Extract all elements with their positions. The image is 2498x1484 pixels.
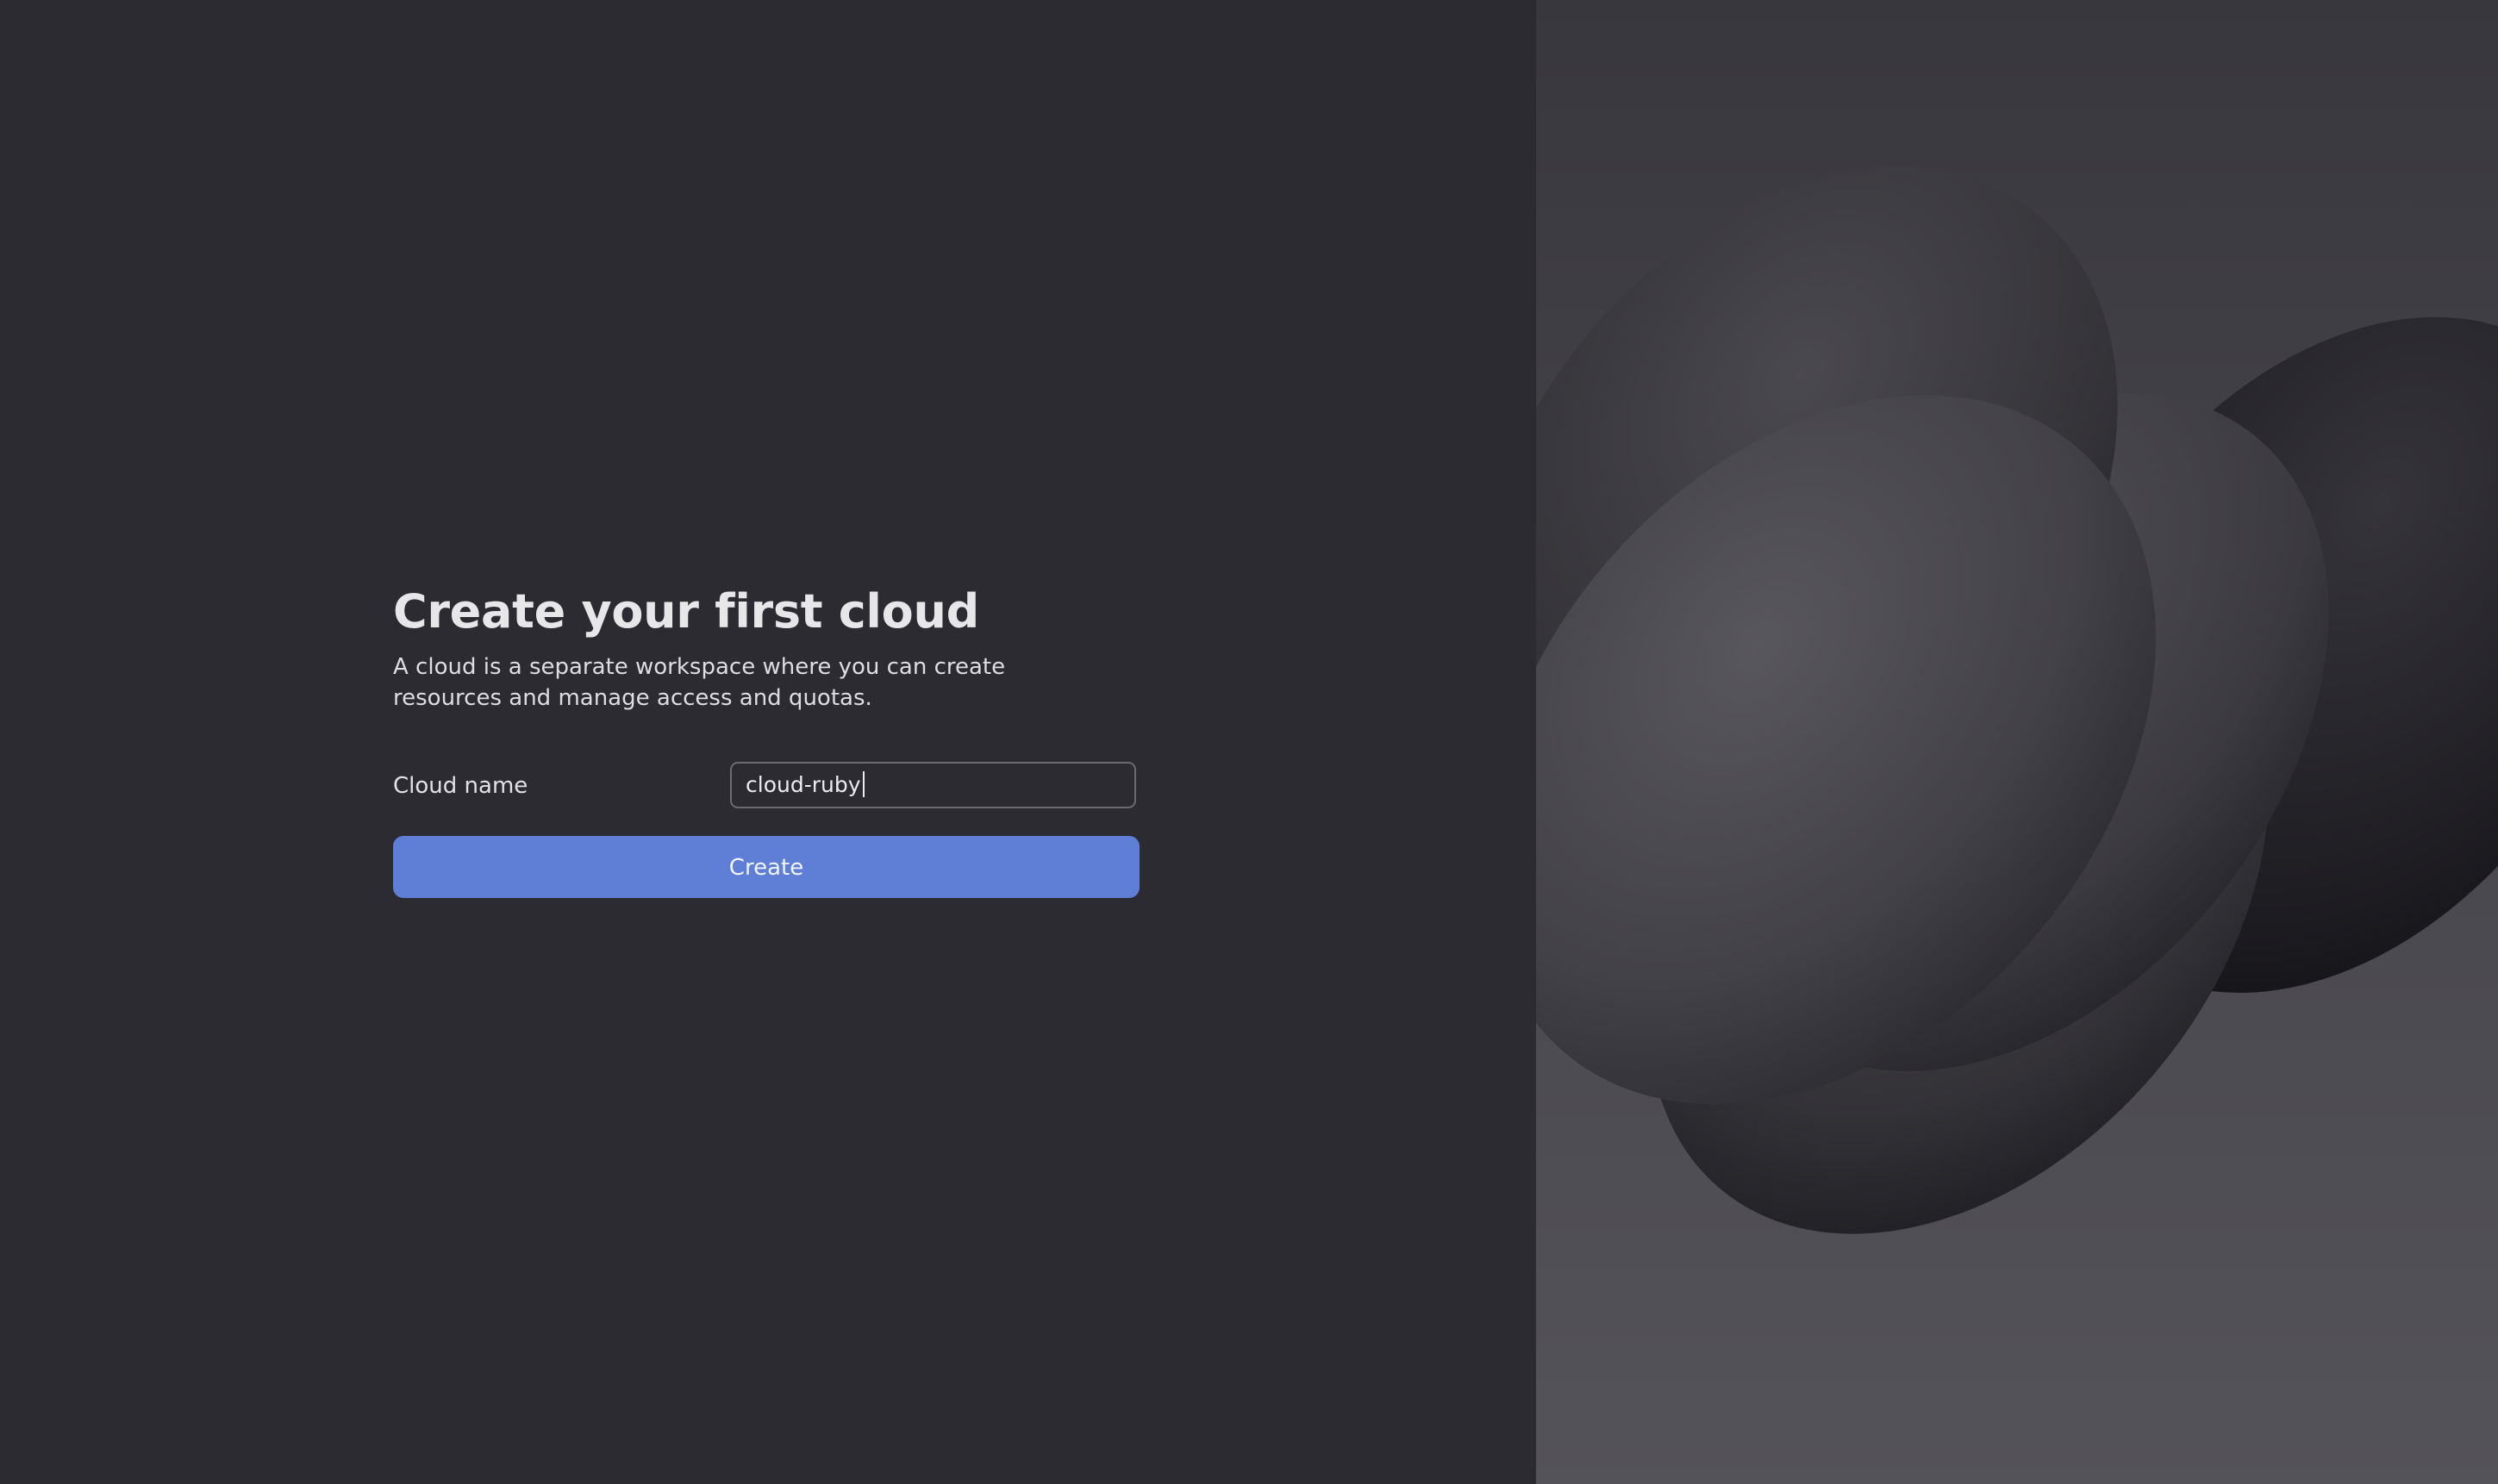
decorative-illustration (1536, 0, 2498, 1484)
abstract-discs-image (1536, 167, 2498, 1234)
form-pane: Create your first cloud A cloud is a sep… (0, 0, 1536, 1484)
cloud-name-row: Cloud name cloud-ruby (393, 762, 1140, 810)
create-cloud-form: Create your first cloud A cloud is a sep… (393, 576, 1140, 898)
cloud-name-label: Cloud name (393, 773, 528, 799)
create-button[interactable]: Create (393, 836, 1140, 898)
text-caret (862, 771, 865, 797)
cloud-setup-page: Create your first cloud A cloud is a sep… (0, 0, 2498, 1484)
cloud-name-input[interactable]: cloud-ruby (730, 762, 1136, 808)
cloud-name-value: cloud-ruby (746, 772, 861, 797)
page-description: A cloud is a separate workspace where yo… (393, 654, 1006, 711)
page-title: Create your first cloud (393, 584, 979, 639)
